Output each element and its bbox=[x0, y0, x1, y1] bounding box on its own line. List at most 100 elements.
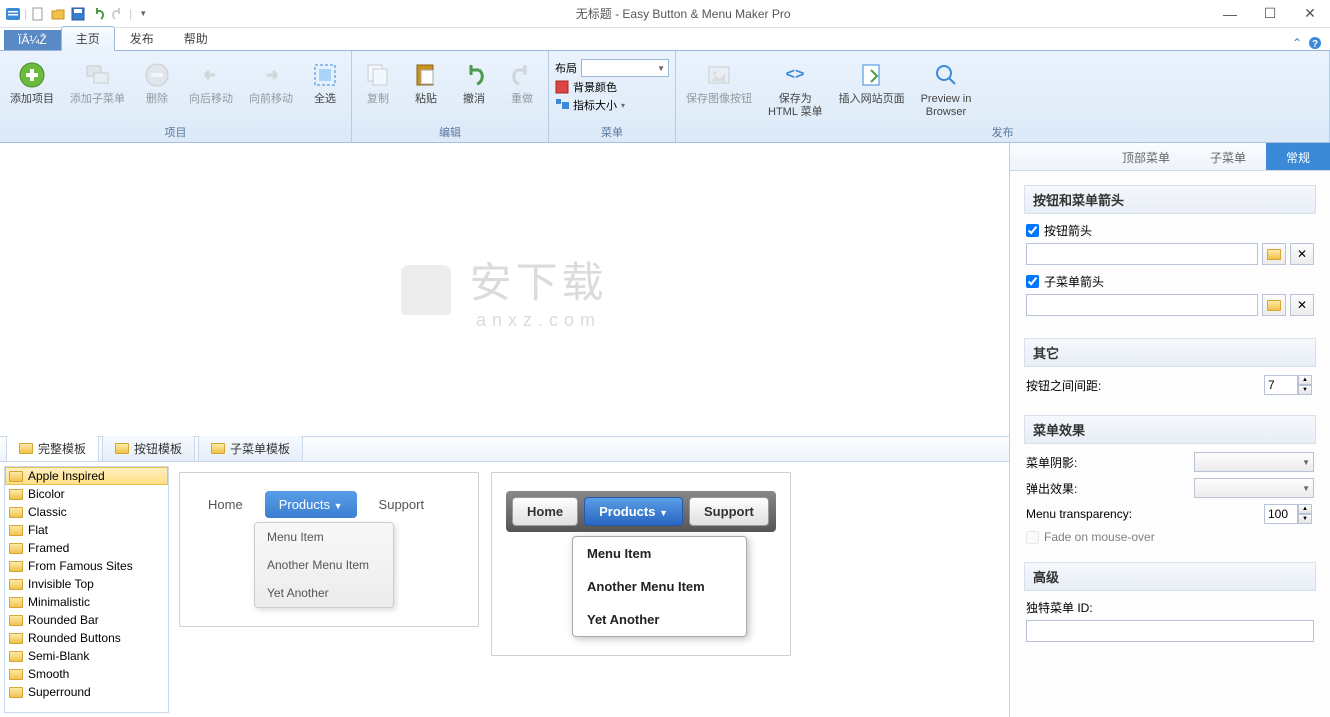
window-title: 无标题 - Easy Button & Menu Maker Pro bbox=[156, 5, 1210, 22]
clear-icon[interactable]: ✕ bbox=[1290, 294, 1314, 316]
folder-icon bbox=[211, 443, 225, 454]
tab-home[interactable]: 主页 bbox=[61, 26, 115, 51]
button-arrow-input[interactable] bbox=[1026, 243, 1258, 265]
spacing-spinner[interactable]: ▲▼ bbox=[1264, 375, 1314, 395]
spin-down-icon[interactable]: ▼ bbox=[1298, 514, 1312, 524]
folder-icon bbox=[115, 443, 129, 454]
folder-icon bbox=[9, 471, 23, 482]
list-item[interactable]: From Famous Sites bbox=[5, 557, 168, 575]
template-browser: Apple Inspired Bicolor Classic Flat Fram… bbox=[0, 462, 1009, 717]
template-tabs: 完整模板 按钮模板 子菜单模板 bbox=[0, 436, 1009, 462]
ribbon-group-menu: 布局 ▼ 背景颜色 指标大小 ▾ 菜单 bbox=[549, 51, 676, 142]
qat-dropdown-icon[interactable]: ▼ bbox=[134, 5, 152, 23]
move-back-button[interactable]: 向后移动 bbox=[183, 57, 239, 108]
list-item[interactable]: Apple Inspired bbox=[5, 467, 168, 485]
tab-top-menu[interactable]: 顶部菜单 bbox=[1102, 143, 1190, 170]
folder-icon bbox=[9, 687, 23, 698]
new-icon[interactable] bbox=[29, 5, 47, 23]
ribbon: 添加项目 添加子菜单 删除 向后移动 向前移动 全选 项目 bbox=[0, 51, 1330, 143]
transparency-spinner[interactable]: ▲▼ bbox=[1264, 504, 1314, 524]
unique-id-input[interactable] bbox=[1026, 620, 1314, 642]
preview-browser-button[interactable]: Preview in Browser bbox=[915, 57, 978, 121]
right-tabs: 顶部菜单 子菜单 常规 bbox=[1010, 143, 1330, 171]
list-item[interactable]: Rounded Bar bbox=[5, 611, 168, 629]
preview-card[interactable]: Home Products ▼ Support Menu Item Anothe… bbox=[491, 472, 791, 656]
spin-up-icon[interactable]: ▲ bbox=[1298, 375, 1312, 385]
ribbon-tabs: ÏÂ¼Ž 主页 发布 帮助 ⌃ ? bbox=[0, 28, 1330, 51]
list-item[interactable]: Invisible Top bbox=[5, 575, 168, 593]
template-list[interactable]: Apple Inspired Bicolor Classic Flat Fram… bbox=[4, 466, 169, 713]
list-item[interactable]: Semi-Blank bbox=[5, 647, 168, 665]
preview-card[interactable]: Home Products ▼ Support Menu Item Anothe… bbox=[179, 472, 479, 627]
save-icon[interactable] bbox=[69, 5, 87, 23]
save-html-button[interactable]: <> 保存为 HTML 菜单 bbox=[762, 57, 829, 121]
list-item[interactable]: Superround bbox=[5, 683, 168, 701]
redo-qat-icon[interactable] bbox=[109, 5, 127, 23]
undo-qat-icon[interactable] bbox=[89, 5, 107, 23]
select-all-button[interactable]: 全选 bbox=[303, 57, 347, 108]
list-item[interactable]: Flat bbox=[5, 521, 168, 539]
list-item[interactable]: Classic bbox=[5, 503, 168, 521]
window-controls: — ☐ ✕ bbox=[1210, 0, 1330, 28]
ribbon-collapse-icon[interactable]: ⌃ bbox=[1292, 36, 1302, 50]
layout-combo[interactable]: ▼ bbox=[581, 59, 669, 77]
browse-icon[interactable] bbox=[1262, 243, 1286, 265]
folder-icon bbox=[9, 651, 23, 662]
popup-combo[interactable]: ▼ bbox=[1194, 478, 1314, 498]
tab-button-templates[interactable]: 按钮模板 bbox=[102, 435, 195, 461]
help-icon[interactable]: ? bbox=[1308, 36, 1322, 50]
folder-icon bbox=[9, 615, 23, 626]
iconsize-button[interactable]: 指标大小 ▾ bbox=[555, 97, 669, 113]
button-arrow-checkbox[interactable] bbox=[1026, 224, 1039, 237]
insert-page-button[interactable]: 插入网站页面 bbox=[833, 57, 911, 108]
paste-button[interactable]: 粘贴 bbox=[404, 57, 448, 108]
tab-full-templates[interactable]: 完整模板 bbox=[6, 435, 99, 461]
folder-icon bbox=[19, 443, 33, 454]
svg-text:<>: <> bbox=[786, 66, 805, 83]
folder-icon bbox=[9, 633, 23, 644]
tab-sub-menu[interactable]: 子菜单 bbox=[1190, 143, 1266, 170]
spin-down-icon[interactable]: ▼ bbox=[1298, 385, 1312, 395]
delete-button[interactable]: 删除 bbox=[135, 57, 179, 108]
add-item-button[interactable]: 添加项目 bbox=[4, 57, 60, 108]
open-icon[interactable] bbox=[49, 5, 67, 23]
tab-help[interactable]: 帮助 bbox=[169, 26, 223, 50]
minimize-button[interactable]: — bbox=[1210, 0, 1250, 28]
folder-icon bbox=[9, 543, 23, 554]
close-button[interactable]: ✕ bbox=[1290, 0, 1330, 28]
left-pane: 安下载 anxz.com 完整模板 按钮模板 子菜单模板 Apple Inspi… bbox=[0, 143, 1010, 717]
redo-button[interactable]: 重做 bbox=[500, 57, 544, 108]
add-submenu-button[interactable]: 添加子菜单 bbox=[64, 57, 131, 108]
tab-general[interactable]: 常规 bbox=[1266, 143, 1330, 170]
watermark: 安下载 anxz.com bbox=[401, 249, 607, 331]
browse-icon[interactable] bbox=[1262, 294, 1286, 316]
tab-publish[interactable]: 发布 bbox=[115, 26, 169, 50]
list-item[interactable]: Framed bbox=[5, 539, 168, 557]
maximize-button[interactable]: ☐ bbox=[1250, 0, 1290, 28]
list-item[interactable]: Bicolor bbox=[5, 485, 168, 503]
copy-button[interactable]: 复制 bbox=[356, 57, 400, 108]
list-item[interactable]: Smooth bbox=[5, 665, 168, 683]
folder-icon bbox=[9, 597, 23, 608]
bgcolor-button[interactable]: 背景颜色 bbox=[555, 79, 669, 95]
section-advanced: 高级 bbox=[1024, 562, 1316, 591]
move-forward-button[interactable]: 向前移动 bbox=[243, 57, 299, 108]
tab-submenu-templates[interactable]: 子菜单模板 bbox=[198, 435, 303, 461]
app-icon[interactable] bbox=[4, 5, 22, 23]
title-bar: | | ▼ 无标题 - Easy Button & Menu Maker Pro… bbox=[0, 0, 1330, 28]
submenu-arrow-checkbox[interactable] bbox=[1026, 275, 1039, 288]
canvas-area[interactable]: 安下载 anxz.com bbox=[0, 143, 1009, 436]
undo-button[interactable]: 撤消 bbox=[452, 57, 496, 108]
template-previews[interactable]: Home Products ▼ Support Menu Item Anothe… bbox=[169, 462, 1009, 717]
list-item[interactable]: Minimalistic bbox=[5, 593, 168, 611]
list-item[interactable]: Rounded Buttons bbox=[5, 629, 168, 647]
submenu-arrow-input[interactable] bbox=[1026, 294, 1258, 316]
watermark-icon bbox=[401, 265, 451, 315]
ribbon-group-project: 添加项目 添加子菜单 删除 向后移动 向前移动 全选 项目 bbox=[0, 51, 352, 142]
spin-up-icon[interactable]: ▲ bbox=[1298, 504, 1312, 514]
section-arrows: 按钮和菜单箭头 bbox=[1024, 185, 1316, 214]
shadow-combo[interactable]: ▼ bbox=[1194, 452, 1314, 472]
file-tab[interactable]: ÏÂ¼Ž bbox=[4, 30, 61, 50]
save-image-button[interactable]: 保存图像按钮 bbox=[680, 57, 758, 108]
clear-icon[interactable]: ✕ bbox=[1290, 243, 1314, 265]
